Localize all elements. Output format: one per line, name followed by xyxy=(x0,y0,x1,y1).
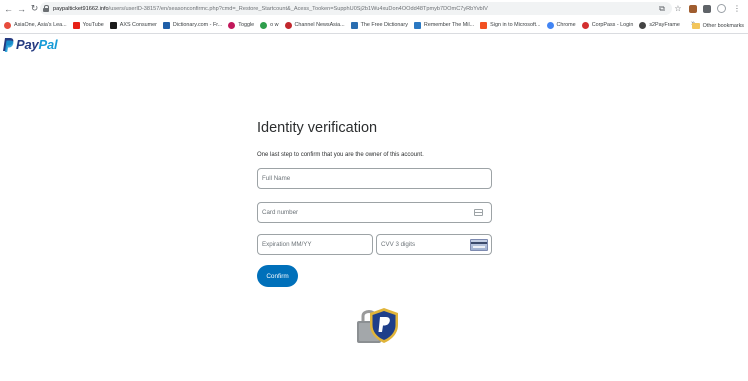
bookmark-item[interactable]: AsiaOne, Asia's Lea... xyxy=(4,19,67,32)
url-host: paypalticket91662.info xyxy=(53,5,109,12)
full-name-field[interactable]: Full Name xyxy=(257,168,492,189)
bookmark-label: Channel NewsAsia... xyxy=(294,22,345,28)
profile-icon[interactable] xyxy=(717,4,726,13)
bookmark-label: Sign in to Microsoft... xyxy=(490,22,541,28)
youtube-icon xyxy=(72,21,80,29)
bookmark-item[interactable]: CorpPass - Login xyxy=(581,19,634,32)
forward-icon[interactable]: → xyxy=(16,2,27,15)
paypal-logo[interactable]: PayPal xyxy=(2,37,58,52)
bookmark-item[interactable]: Channel NewsAsia... xyxy=(284,19,345,32)
menu-icon[interactable]: ⋮ xyxy=(732,4,742,14)
card-number-placeholder: Card number xyxy=(262,209,299,216)
globe-icon xyxy=(639,21,647,29)
bookmark-item[interactable]: AXS Consumer xyxy=(109,19,157,32)
bookmark-item[interactable]: Toggle xyxy=(228,19,254,32)
bookmark-item[interactable]: Chrome xyxy=(546,19,576,32)
star-icon[interactable]: ☆ xyxy=(673,4,683,14)
bookmark-icon xyxy=(581,21,589,29)
lock-icon[interactable] xyxy=(43,5,50,12)
confirm-button[interactable]: Confirm xyxy=(257,265,298,287)
bookmark-label: CorpPass - Login xyxy=(591,22,634,28)
bookmark-item[interactable]: o w xyxy=(260,19,279,32)
bookmark-label: Dictionary.com - Fr... xyxy=(172,22,223,28)
bookmark-item[interactable]: YouTube xyxy=(72,19,104,32)
credit-card-icon xyxy=(474,209,483,216)
full-name-placeholder: Full Name xyxy=(262,175,291,182)
bookmark-item[interactable]: Remember The Mil... xyxy=(413,19,475,32)
bookmark-icon xyxy=(162,21,170,29)
cvv-placeholder: CVV 3 digits xyxy=(381,241,416,248)
bookmark-icon xyxy=(284,21,292,29)
browser-toolbar: ← → ↻ paypalticket91662.info/users/userI… xyxy=(0,0,748,17)
logo-pay: Pay xyxy=(16,37,39,52)
verification-form: Identity verification One last step to c… xyxy=(257,118,493,287)
expiration-placeholder: Expiration MM/YY xyxy=(262,241,312,248)
bookmark-item[interactable]: The Free Dictionary xyxy=(350,19,408,32)
bookmark-label: AXS Consumer xyxy=(119,22,157,28)
bookmark-icon xyxy=(260,21,268,29)
bookmark-label: Remember The Mil... xyxy=(423,22,475,28)
bookmark-label: o w xyxy=(270,22,279,28)
security-lock-shield-icon xyxy=(357,308,398,343)
other-bookmarks[interactable]: Other bookmarks xyxy=(691,19,744,32)
bookmark-label: YouTube xyxy=(82,22,104,28)
bookmark-label: Toggle xyxy=(238,22,255,28)
page-title: Identity verification xyxy=(257,120,378,136)
toolbar-actions: ⧉ ☆ ⋮ xyxy=(657,2,742,15)
bookmark-icon xyxy=(413,21,421,29)
bookmark-item[interactable]: s2PayFrame xyxy=(639,19,680,32)
translate-icon[interactable]: ⧉ xyxy=(657,4,667,14)
microsoft-icon xyxy=(480,21,488,29)
url-text: paypalticket91662.info/users/userID-3815… xyxy=(53,6,488,12)
bookmark-label: The Free Dictionary xyxy=(360,22,408,28)
bookmark-item[interactable]: Sign in to Microsoft... xyxy=(480,19,541,32)
reload-icon[interactable]: ↻ xyxy=(29,2,40,15)
paypal-wordmark: PayPal xyxy=(16,37,58,52)
bookmark-label: Chrome xyxy=(556,22,576,28)
bookmark-icon xyxy=(228,21,236,29)
bookmark-item[interactable]: Dictionary.com - Fr... xyxy=(162,19,223,32)
url-path: /users/userID-38157/en/seasonconfirmc.ph… xyxy=(108,5,488,12)
logo-pal: Pal xyxy=(38,37,58,52)
paypal-p-icon xyxy=(3,37,14,52)
bookmark-icon xyxy=(350,21,358,29)
bookmark-icon xyxy=(109,21,117,29)
folder-icon xyxy=(691,22,700,29)
expiration-field[interactable]: Expiration MM/YY xyxy=(257,234,373,255)
card-number-field[interactable]: Card number xyxy=(257,202,492,223)
address-bar[interactable]: paypalticket91662.info/users/userID-3815… xyxy=(40,2,672,15)
bookmark-label: AsiaOne, Asia's Lea... xyxy=(14,22,67,28)
bookmarks-bar: AsiaOne, Asia's Lea... YouTube AXS Consu… xyxy=(0,17,748,34)
bookmark-icon xyxy=(4,21,11,29)
other-bookmarks-label: Other bookmarks xyxy=(702,22,744,29)
bookmark-label: s2PayFrame xyxy=(649,22,680,28)
cvv-card-icon xyxy=(470,239,488,251)
cvv-field[interactable]: CVV 3 digits xyxy=(376,234,492,255)
extension-icon[interactable] xyxy=(703,4,711,13)
google-icon xyxy=(546,21,554,29)
back-icon[interactable]: ← xyxy=(3,2,14,15)
page-subtitle: One last step to confirm that you are th… xyxy=(257,152,424,158)
extension-icon[interactable] xyxy=(689,4,697,13)
